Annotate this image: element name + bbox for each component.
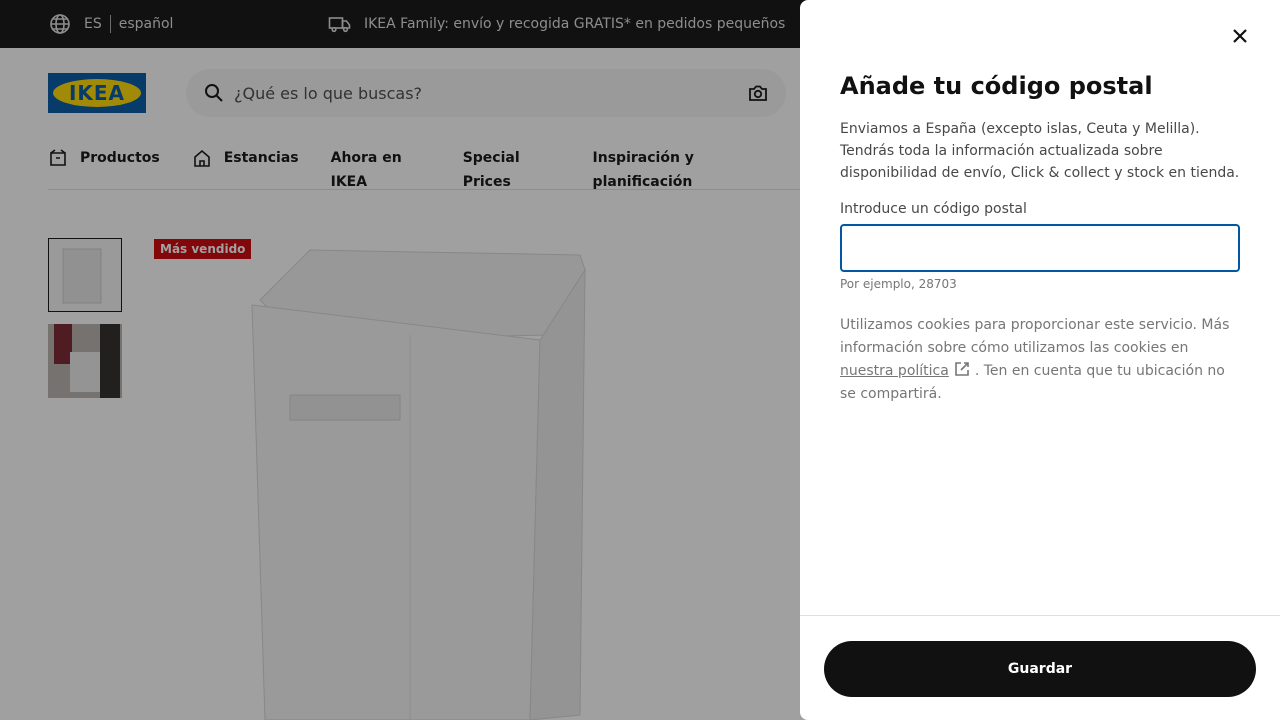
close-button[interactable]: [1224, 20, 1256, 52]
privacy-policy-link[interactable]: nuestra política: [840, 363, 949, 379]
external-link-icon: [955, 362, 969, 376]
panel-footer: Guardar: [800, 615, 1280, 720]
close-icon: [1233, 29, 1247, 43]
postcode-input[interactable]: [840, 224, 1240, 272]
cookies-notice: Utilizamos cookies para proporcionar est…: [840, 314, 1240, 406]
panel-description: Enviamos a España (excepto islas, Ceuta …: [840, 121, 1240, 181]
postcode-label: Introduce un código postal: [840, 201, 1027, 217]
postcode-panel: Añade tu código postal Enviamos a España…: [800, 0, 1280, 720]
cookies-text: Utilizamos cookies para proporcionar est…: [840, 317, 1230, 356]
save-button[interactable]: Guardar: [824, 641, 1256, 697]
panel-title: Añade tu código postal: [840, 72, 1153, 100]
postcode-hint: Por ejemplo, 28703: [840, 277, 957, 291]
